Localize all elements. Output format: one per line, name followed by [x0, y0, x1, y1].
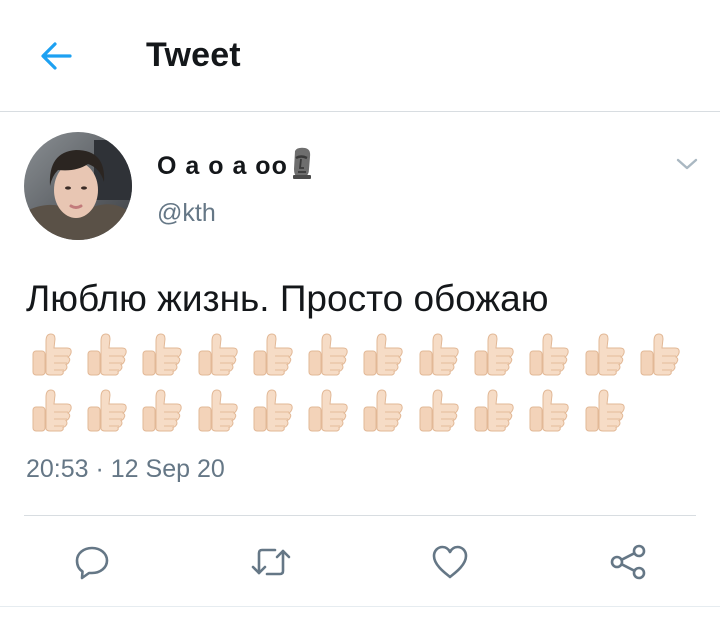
thumbs-up-icon [522, 384, 577, 436]
thumbs-up-icon [190, 384, 245, 436]
author-display-name: О а о а оо [157, 151, 288, 180]
thumbs-up-icon [24, 328, 79, 380]
thumbs-up-icon [632, 328, 687, 380]
thumbs-up-icon [300, 384, 355, 436]
arrow-left-icon [41, 42, 72, 70]
thumbs-up-icon [577, 328, 632, 380]
share-icon [610, 544, 646, 580]
thumbs-up-icon [411, 328, 466, 380]
reply-button[interactable] [68, 538, 116, 586]
author-name-row[interactable]: О а о а оо [157, 146, 313, 186]
like-button[interactable] [426, 538, 474, 586]
heart-icon [432, 545, 468, 579]
thumbs-up-icon [522, 328, 577, 380]
retweet-button[interactable] [247, 538, 295, 586]
thumbs-up-icon [300, 328, 355, 380]
thumbs-up-icon [24, 384, 79, 436]
top-bar: Tweet [0, 0, 720, 112]
thumbs-up-icon [356, 328, 411, 380]
thumbs-up-icon [411, 384, 466, 436]
author-handle[interactable]: @kth [157, 199, 216, 228]
thumbs-up-emoji-block [24, 328, 704, 440]
thumbs-up-icon [135, 384, 190, 436]
page-title: Tweet [146, 36, 241, 74]
thumbs-up-icon [245, 384, 300, 436]
tweet-menu-button[interactable] [670, 150, 704, 178]
tweet-timestamp: 20:53 · 12 Sep 20 [26, 455, 225, 483]
thumbs-up-icon [79, 384, 134, 436]
thumbs-up-icon [245, 328, 300, 380]
thumbs-up-icon [135, 328, 190, 380]
emoji-row [24, 384, 704, 440]
avatar[interactable] [24, 132, 132, 240]
thumbs-up-icon [356, 384, 411, 436]
moai-emoji-icon [292, 147, 311, 179]
retweet-icon [251, 548, 291, 576]
share-button[interactable] [604, 538, 652, 586]
emoji-row [24, 328, 704, 384]
thumbs-up-icon [190, 328, 245, 380]
tweet-text: Люблю жизнь. Просто обожаю [26, 278, 549, 319]
chevron-down-icon [676, 158, 698, 170]
reply-icon [75, 546, 109, 580]
divider [0, 606, 720, 607]
back-button[interactable] [30, 30, 82, 82]
thumbs-up-icon [466, 328, 521, 380]
thumbs-up-icon [79, 328, 134, 380]
divider [24, 515, 696, 516]
thumbs-up-icon [466, 384, 521, 436]
thumbs-up-icon [577, 384, 632, 436]
